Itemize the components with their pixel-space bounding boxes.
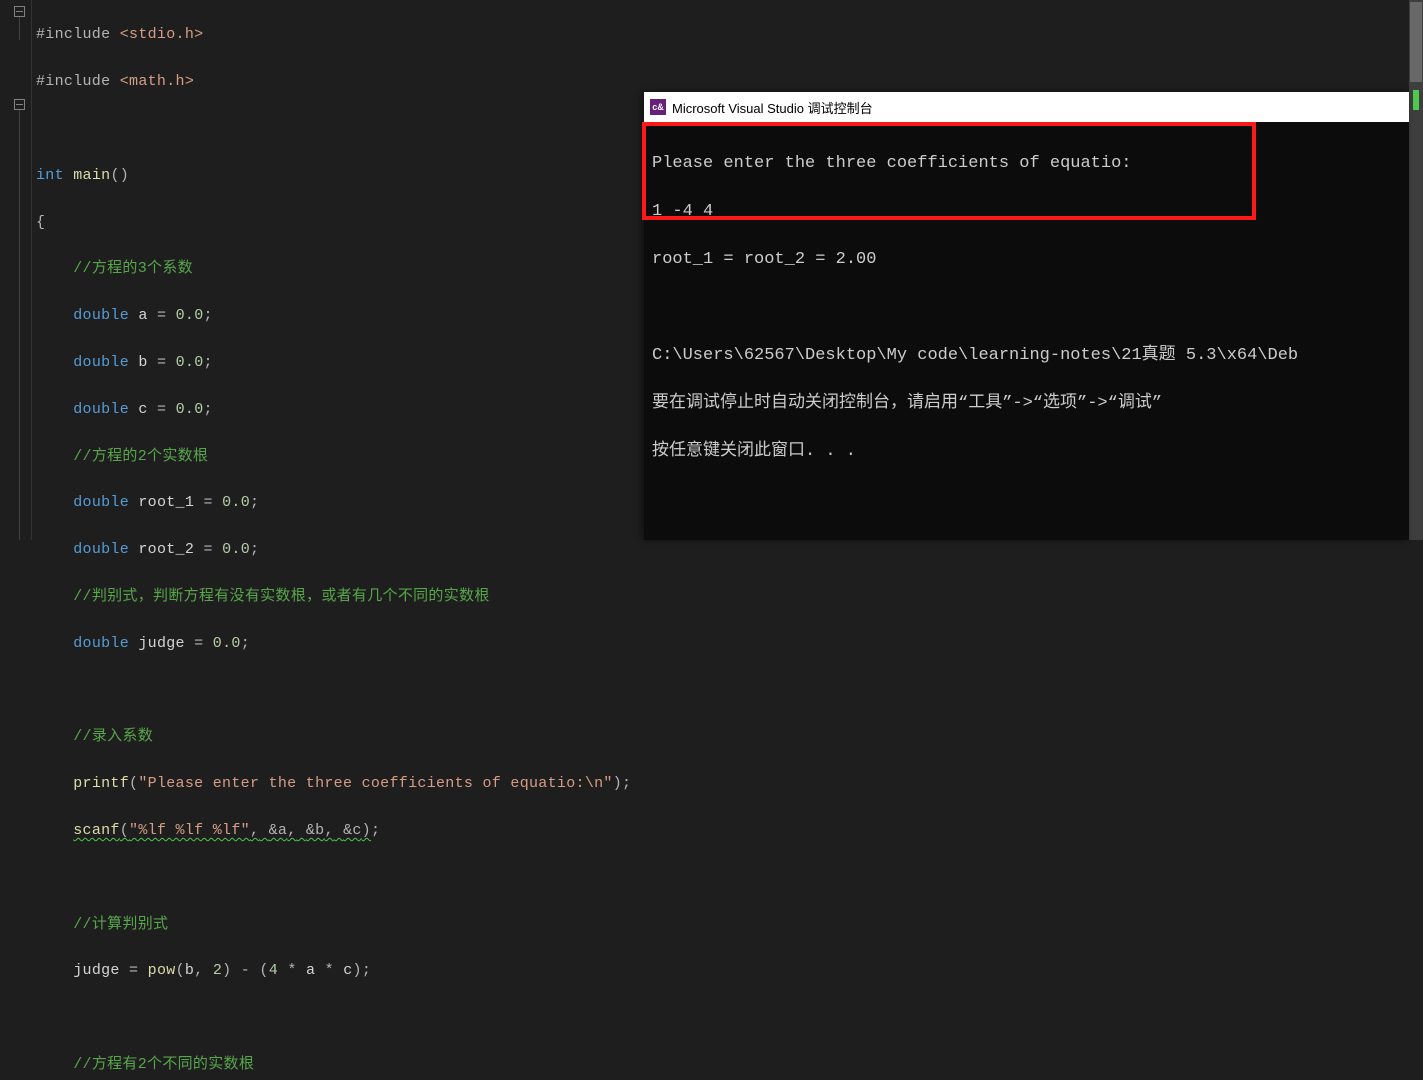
function-call: pow	[148, 962, 176, 979]
number-literal: 0.0	[176, 307, 204, 324]
scroll-marker-icon	[1413, 90, 1419, 110]
comment: //方程的2个实数根	[73, 448, 208, 465]
vertical-scrollbar[interactable]	[1409, 0, 1423, 540]
identifier: b	[185, 962, 194, 979]
comment: //录入系数	[73, 728, 153, 745]
scrollbar-thumb[interactable]	[1410, 2, 1422, 82]
vs-icon: c&	[650, 99, 666, 115]
identifier: judge	[73, 962, 120, 979]
identifier: b	[138, 354, 147, 371]
console-titlebar[interactable]: c& Microsoft Visual Studio 调试控制台	[644, 92, 1409, 122]
console-output[interactable]: Please enter the three coefficients of e…	[644, 122, 1409, 518]
identifier: root_1	[138, 494, 194, 511]
keyword: double	[73, 494, 129, 511]
function-call: scanf	[73, 822, 120, 839]
number-literal: 0.0	[222, 494, 250, 511]
argument: &c	[343, 822, 362, 839]
console-line: root_1 = root_2 = 2.00	[652, 248, 1401, 272]
number-literal: 2	[213, 962, 222, 979]
number-literal: 0.0	[222, 541, 250, 558]
comment: //计算判别式	[73, 916, 168, 933]
number-literal: 0.0	[213, 635, 241, 652]
keyword: double	[73, 401, 129, 418]
comment: //判别式，判断方程有没有实数根，或者有几个不同的实数根	[73, 588, 489, 605]
identifier: a	[138, 307, 147, 324]
console-line: 要在调试停止时自动关闭控制台，请启用“工具”->“选项”->“调试”	[652, 392, 1401, 416]
function-call: printf	[73, 775, 129, 792]
fold-toggle-icon[interactable]	[14, 6, 25, 17]
identifier: c	[138, 401, 147, 418]
number-literal: 4	[269, 962, 278, 979]
function-name: main	[73, 167, 110, 184]
argument: &b	[306, 822, 325, 839]
console-line: Please enter the three coefficients of e…	[652, 152, 1401, 176]
keyword: double	[73, 541, 129, 558]
console-line: 1 -4 4	[652, 200, 1401, 224]
identifier: c	[343, 962, 352, 979]
string-literal: "Please enter the three coefficients of …	[138, 775, 612, 792]
console-line: C:\Users\62567\Desktop\My code\learning-…	[652, 344, 1401, 368]
keyword: double	[73, 354, 129, 371]
include-path: <math.h>	[120, 73, 194, 90]
string-literal: "%lf %lf %lf"	[129, 822, 250, 839]
keyword: int	[36, 167, 64, 184]
console-line: 按任意键关闭此窗口. . .	[652, 440, 1401, 464]
number-literal: 0.0	[176, 354, 204, 371]
console-title: Microsoft Visual Studio 调试控制台	[672, 98, 873, 117]
keyword: double	[73, 307, 129, 324]
identifier: root_2	[138, 541, 194, 558]
editor-gutter	[0, 0, 32, 540]
include-path: <stdio.h>	[120, 26, 204, 43]
preprocessor: #include	[36, 73, 120, 90]
debug-console-window[interactable]: c& Microsoft Visual Studio 调试控制台 Please …	[644, 92, 1409, 540]
identifier: judge	[138, 635, 185, 652]
preprocessor: #include	[36, 26, 120, 43]
argument: &a	[269, 822, 288, 839]
fold-toggle-icon[interactable]	[14, 99, 25, 110]
comment: //方程有2个不同的实数根	[73, 1056, 254, 1073]
keyword: double	[73, 635, 129, 652]
comment: //方程的3个系数	[73, 260, 193, 277]
identifier: a	[306, 962, 315, 979]
number-literal: 0.0	[176, 401, 204, 418]
